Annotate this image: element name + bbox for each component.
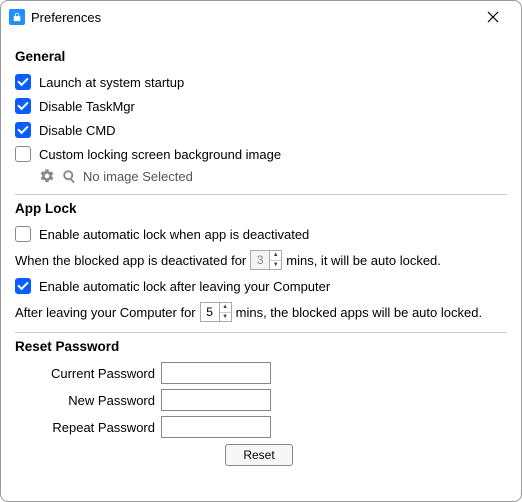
deactivate-sentence: When the blocked app is deactivated for … — [15, 250, 507, 270]
leave-suffix: mins, the blocked apps will be auto lock… — [236, 305, 482, 320]
deactivate-prefix: When the blocked app is deactivated for — [15, 253, 246, 268]
row-current-password: Current Password — [15, 362, 507, 384]
reset-heading: Reset Password — [15, 339, 507, 354]
label-auto-deactivate: Enable automatic lock when app is deacti… — [39, 227, 309, 242]
label-disable-taskmgr: Disable TaskMgr — [39, 99, 135, 114]
gear-icon[interactable] — [39, 168, 55, 184]
custom-bg-subrow: No image Selected — [39, 168, 507, 184]
label-disable-cmd: Disable CMD — [39, 123, 116, 138]
reset-button[interactable]: Reset — [225, 444, 293, 466]
label-launch-startup: Launch at system startup — [39, 75, 184, 90]
leave-sentence: After leaving your Computer for ▲ ▼ mins… — [15, 302, 507, 322]
applock-heading: App Lock — [15, 201, 507, 216]
checkbox-disable-cmd[interactable] — [15, 122, 31, 138]
divider — [15, 194, 507, 195]
leave-prefix: After leaving your Computer for — [15, 305, 196, 320]
checkbox-auto-leave[interactable] — [15, 278, 31, 294]
reset-button-row: Reset — [15, 444, 507, 466]
option-custom-bg[interactable]: Custom locking screen background image — [15, 144, 507, 164]
checkbox-disable-taskmgr[interactable] — [15, 98, 31, 114]
label-current-password: Current Password — [15, 366, 155, 381]
label-repeat-password: Repeat Password — [15, 420, 155, 435]
input-new-password[interactable] — [161, 389, 271, 411]
deactivate-suffix: mins, it will be auto locked. — [286, 253, 441, 268]
no-image-label: No image Selected — [83, 169, 193, 184]
input-current-password[interactable] — [161, 362, 271, 384]
option-auto-deactivate[interactable]: Enable automatic lock when app is deacti… — [15, 224, 507, 244]
option-auto-leave[interactable]: Enable automatic lock after leaving your… — [15, 276, 507, 296]
divider — [15, 332, 507, 333]
leave-spinner[interactable]: ▲ ▼ — [200, 302, 232, 322]
checkbox-custom-bg[interactable] — [15, 146, 31, 162]
general-heading: General — [15, 49, 507, 64]
label-new-password: New Password — [15, 393, 155, 408]
window-title: Preferences — [31, 10, 473, 25]
spinner-down-icon[interactable]: ▼ — [220, 313, 231, 322]
checkbox-launch-startup[interactable] — [15, 74, 31, 90]
leave-value-input[interactable] — [201, 303, 219, 321]
magnifier-icon[interactable] — [61, 168, 77, 184]
content-area: General Launch at system startup Disable… — [1, 33, 521, 476]
spinner-up-icon[interactable]: ▲ — [220, 303, 231, 313]
close-button[interactable] — [473, 3, 513, 31]
label-auto-leave: Enable automatic lock after leaving your… — [39, 279, 330, 294]
deactivate-spinner[interactable]: ▲ ▼ — [250, 250, 282, 270]
spinner-down-icon[interactable]: ▼ — [270, 261, 281, 270]
checkbox-auto-deactivate[interactable] — [15, 226, 31, 242]
option-disable-taskmgr[interactable]: Disable TaskMgr — [15, 96, 507, 116]
spinner-up-icon[interactable]: ▲ — [270, 251, 281, 261]
row-new-password: New Password — [15, 389, 507, 411]
row-repeat-password: Repeat Password — [15, 416, 507, 438]
option-launch-startup[interactable]: Launch at system startup — [15, 72, 507, 92]
deactivate-value-input[interactable] — [251, 251, 269, 269]
titlebar: Preferences — [1, 1, 521, 33]
input-repeat-password[interactable] — [161, 416, 271, 438]
app-lock-icon — [9, 9, 25, 25]
label-custom-bg: Custom locking screen background image — [39, 147, 281, 162]
option-disable-cmd[interactable]: Disable CMD — [15, 120, 507, 140]
